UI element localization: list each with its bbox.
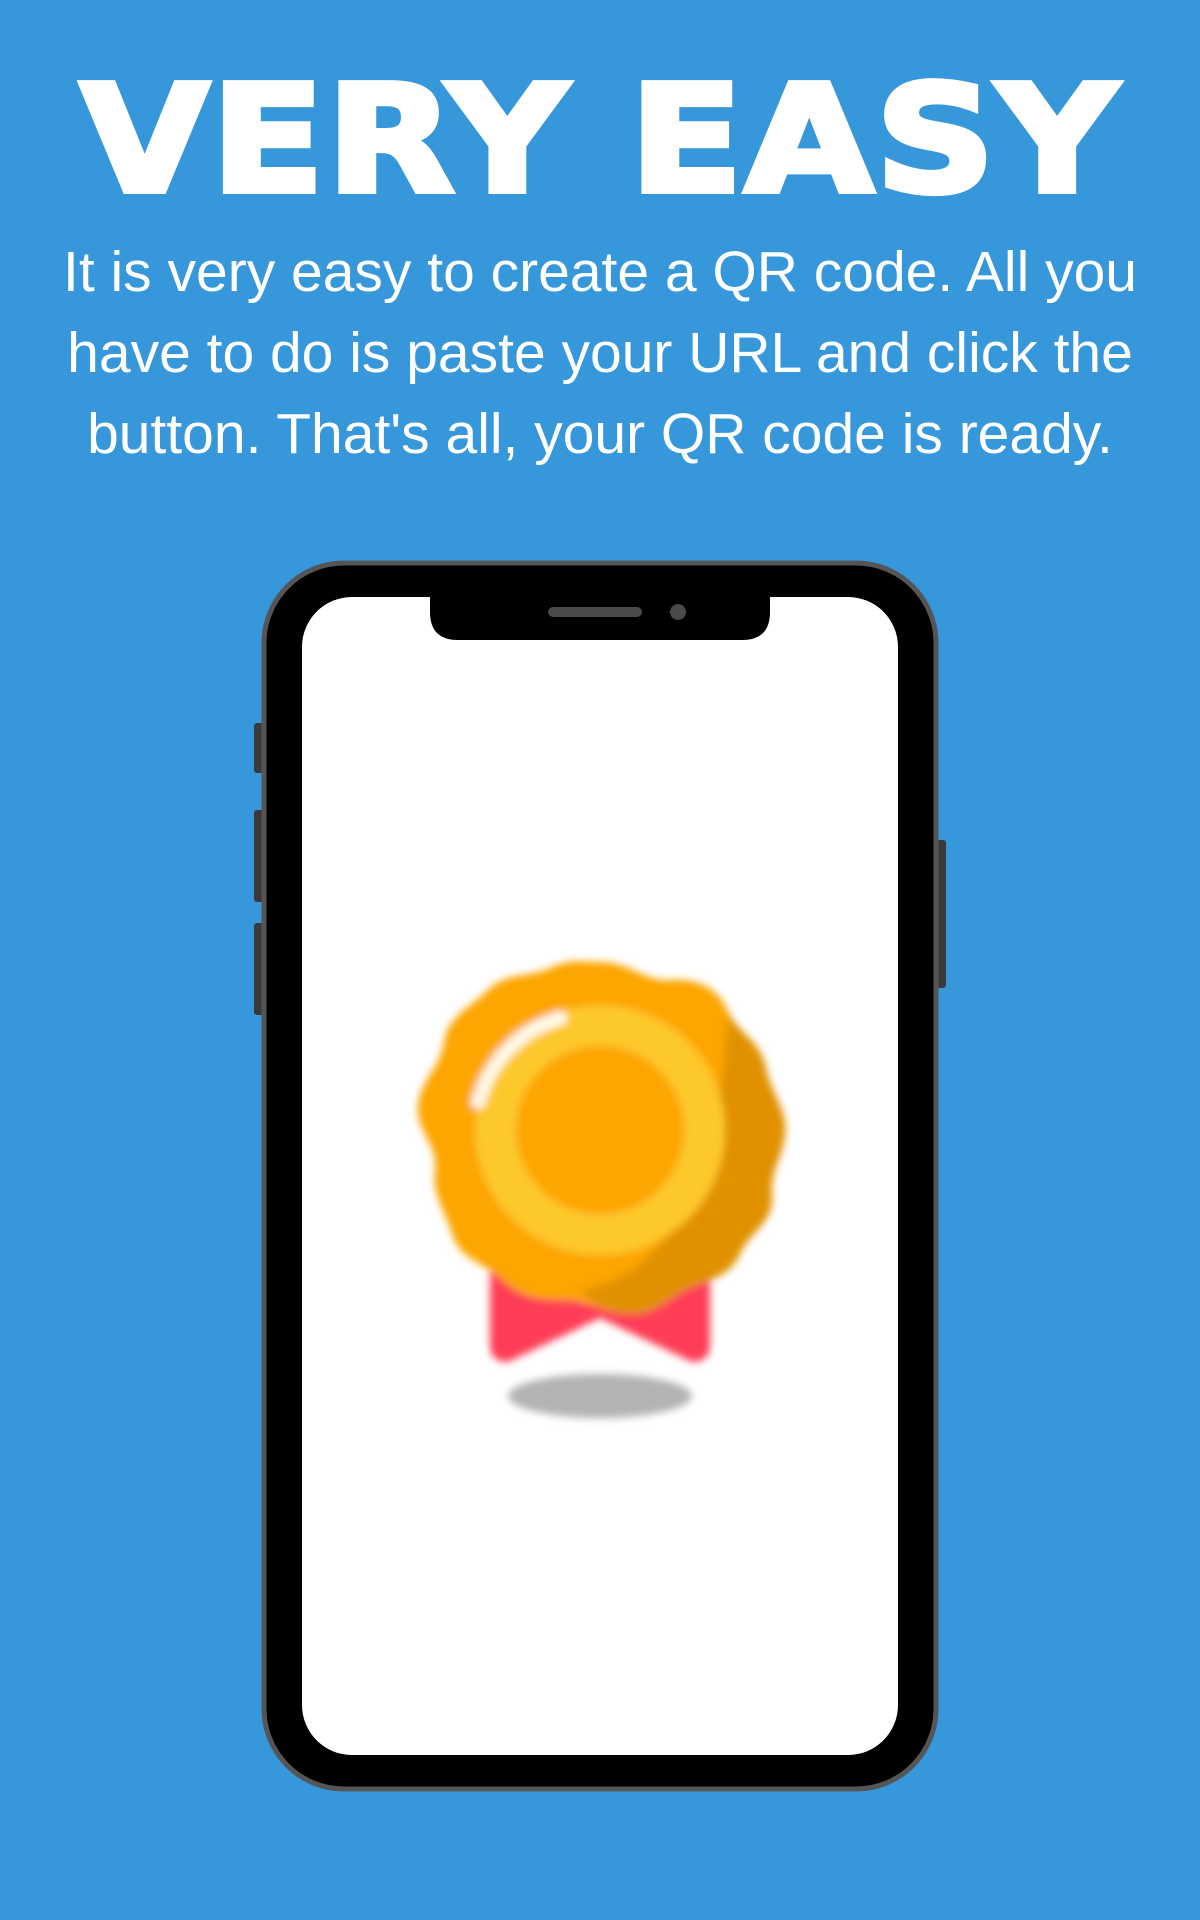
phone-camera xyxy=(670,604,686,620)
phone-speaker xyxy=(548,607,642,617)
phone-illustration xyxy=(254,560,946,1792)
phone-notch xyxy=(430,595,770,640)
